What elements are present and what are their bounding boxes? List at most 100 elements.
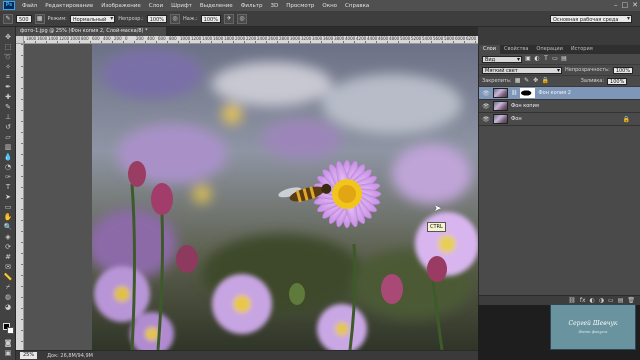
ruler-corner[interactable] (16, 36, 24, 44)
menu-layers[interactable]: Слои (145, 3, 167, 9)
menu-view[interactable]: Просмотр (282, 3, 318, 9)
crop-tool-icon[interactable]: ⌗ (3, 73, 13, 81)
lasso-tool-icon[interactable]: ➰ (3, 53, 13, 61)
workspace-select[interactable]: Основная рабочая среда (550, 15, 632, 23)
blend-mode-select[interactable]: Мягкий свет (482, 66, 562, 74)
layer-row[interactable]: 👁 Фон 🔒 (479, 113, 640, 126)
layer-name[interactable]: Фон (511, 116, 522, 122)
filter-adjustment-icon[interactable]: ◐ (534, 56, 540, 62)
layer-opacity-field[interactable]: 100% (612, 66, 634, 74)
menu-file[interactable]: Файл (18, 3, 41, 9)
rotate-view-tool-icon[interactable]: ⟳ (3, 243, 13, 251)
layer-thumbnail[interactable] (493, 114, 508, 124)
fill-field[interactable]: 100% (607, 77, 628, 85)
mode-select[interactable]: Нормальный (69, 14, 116, 23)
marquee-tool-icon[interactable]: ⬚ (3, 43, 13, 51)
sponge-tool-icon[interactable]: ◍ (3, 293, 13, 301)
menu-select[interactable]: Выделение (196, 3, 237, 9)
canvas-area[interactable]: ➤ CTRL (24, 44, 478, 350)
new-group-icon[interactable]: ▭ (608, 297, 614, 304)
menu-3d[interactable]: 3D (266, 3, 282, 9)
lock-pixels-icon[interactable]: ✎ (524, 78, 530, 84)
brush-tool-icon[interactable]: ✎ (3, 13, 13, 24)
filter-shape-icon[interactable]: ▭ (552, 56, 558, 62)
slice-tool-icon[interactable]: ⌿ (3, 283, 13, 291)
filter-pixel-icon[interactable]: ▣ (525, 56, 531, 62)
pressure-size-icon[interactable]: ◎ (236, 13, 247, 24)
maximize-icon[interactable]: □ (622, 1, 629, 9)
count-tool-icon[interactable]: # (3, 253, 13, 261)
filter-smart-icon[interactable]: ▤ (561, 56, 567, 62)
delete-layer-icon[interactable]: 🗑 (627, 297, 635, 304)
menu-help[interactable]: Справка (341, 3, 373, 9)
ruler-top[interactable]: 1800 1600 1400 1200 1000 800 600 400 200 0 200 400 6… (24, 36, 478, 44)
tab-properties[interactable]: Свойства (500, 45, 532, 54)
photo-canvas[interactable] (92, 44, 478, 350)
brush-panel-icon[interactable]: ▦ (34, 13, 45, 24)
layer-thumbnail[interactable] (493, 101, 508, 111)
link-layers-icon[interactable]: ⛓ (568, 297, 576, 304)
eraser-tool-icon[interactable]: ▱ (3, 133, 13, 141)
layer-style-icon[interactable]: fx (580, 297, 586, 304)
tab-layers[interactable]: Слои (479, 45, 500, 54)
visibility-eye-icon[interactable]: 👁 (482, 103, 490, 110)
document-tab[interactable]: фото-1.jpg @ 25% (Фон копия 2, Слой-маск… (16, 27, 166, 36)
filter-type-icon[interactable]: T (543, 56, 549, 62)
quick-select-tool-icon[interactable]: ✧ (3, 63, 13, 71)
menu-type[interactable]: Шрифт (167, 3, 196, 9)
menu-edit[interactable]: Редактирование (41, 3, 97, 9)
history-brush-tool-icon[interactable]: ↺ (3, 123, 13, 131)
ruler-tool-icon[interactable]: 📏 (3, 273, 13, 281)
visibility-eye-icon[interactable]: 👁 (482, 90, 490, 97)
document-size[interactable]: Док: 26,8M/94,9M (47, 353, 93, 359)
add-mask-icon[interactable]: ◐ (590, 297, 595, 304)
brush-size-field[interactable]: 500 (16, 14, 32, 23)
flow-field[interactable]: 100% (200, 14, 221, 23)
tab-actions[interactable]: Операции (532, 45, 566, 54)
quick-mask-icon[interactable]: ◙ (3, 339, 13, 347)
layer-mask-thumbnail[interactable] (520, 88, 536, 98)
dodge-tool-icon[interactable]: ◔ (3, 163, 13, 171)
ruler-left[interactable] (16, 44, 24, 350)
pressure-opacity-icon[interactable]: ◎ (170, 13, 181, 24)
hand-tool-icon[interactable]: ✋ (3, 213, 13, 221)
pen-tool-icon[interactable]: ✑ (3, 173, 13, 181)
shape-tool-icon[interactable]: ▭ (3, 203, 13, 211)
3d-tool-icon[interactable]: ◈ (3, 233, 13, 241)
opacity-field[interactable]: 100% (146, 14, 168, 23)
menu-filter[interactable]: Фильтр (237, 3, 267, 9)
move-tool-icon[interactable]: ✥ (3, 33, 13, 41)
layer-name[interactable]: Фон копия 2 (538, 90, 571, 96)
zoom-tool-icon[interactable]: 🔍 (3, 223, 13, 231)
adjustment-layer-icon[interactable]: ◑ (599, 297, 604, 304)
burn-tool-icon[interactable]: ◕ (3, 303, 13, 311)
blur-tool-icon[interactable]: 💧 (3, 153, 13, 161)
lock-all-icon[interactable]: 🔒 (542, 78, 549, 84)
layer-thumbnail[interactable] (493, 88, 508, 98)
mask-link-icon[interactable]: ⛓ (511, 90, 517, 96)
layer-name[interactable]: Фон копия (511, 103, 539, 109)
brush-tool-icon-sidebar[interactable]: ✎ (3, 103, 13, 111)
eyedropper-tool-icon[interactable]: ✒ (3, 83, 13, 91)
airbrush-icon[interactable]: ✈ (223, 13, 234, 24)
screen-mode-icon[interactable]: ▣ (3, 349, 13, 357)
note-tool-icon[interactable]: ✉ (3, 263, 13, 271)
tab-history[interactable]: История (567, 45, 597, 54)
layer-row[interactable]: 👁 ⛓ Фон копия 2 (479, 87, 640, 100)
background-color-swatch[interactable] (7, 327, 14, 334)
visibility-eye-icon[interactable]: 👁 (482, 116, 490, 123)
menu-image[interactable]: Изображение (97, 3, 145, 9)
close-icon[interactable]: ✕ (632, 1, 638, 9)
layer-row[interactable]: 👁 Фон копия (479, 100, 640, 113)
menu-window[interactable]: Окно (318, 3, 341, 9)
healing-tool-icon[interactable]: ✚ (3, 93, 13, 101)
lock-transparency-icon[interactable]: ▦ (515, 78, 521, 84)
stamp-tool-icon[interactable]: ⊥ (3, 113, 13, 121)
zoom-level-field[interactable]: 25% (20, 352, 38, 359)
type-tool-icon[interactable]: T (3, 183, 13, 191)
lock-position-icon[interactable]: ✥ (533, 78, 539, 84)
kind-filter-select[interactable]: Вид (482, 55, 522, 63)
path-select-tool-icon[interactable]: ➤ (3, 193, 13, 201)
gradient-tool-icon[interactable]: ▥ (3, 143, 13, 151)
minimize-icon[interactable]: – (614, 1, 618, 9)
